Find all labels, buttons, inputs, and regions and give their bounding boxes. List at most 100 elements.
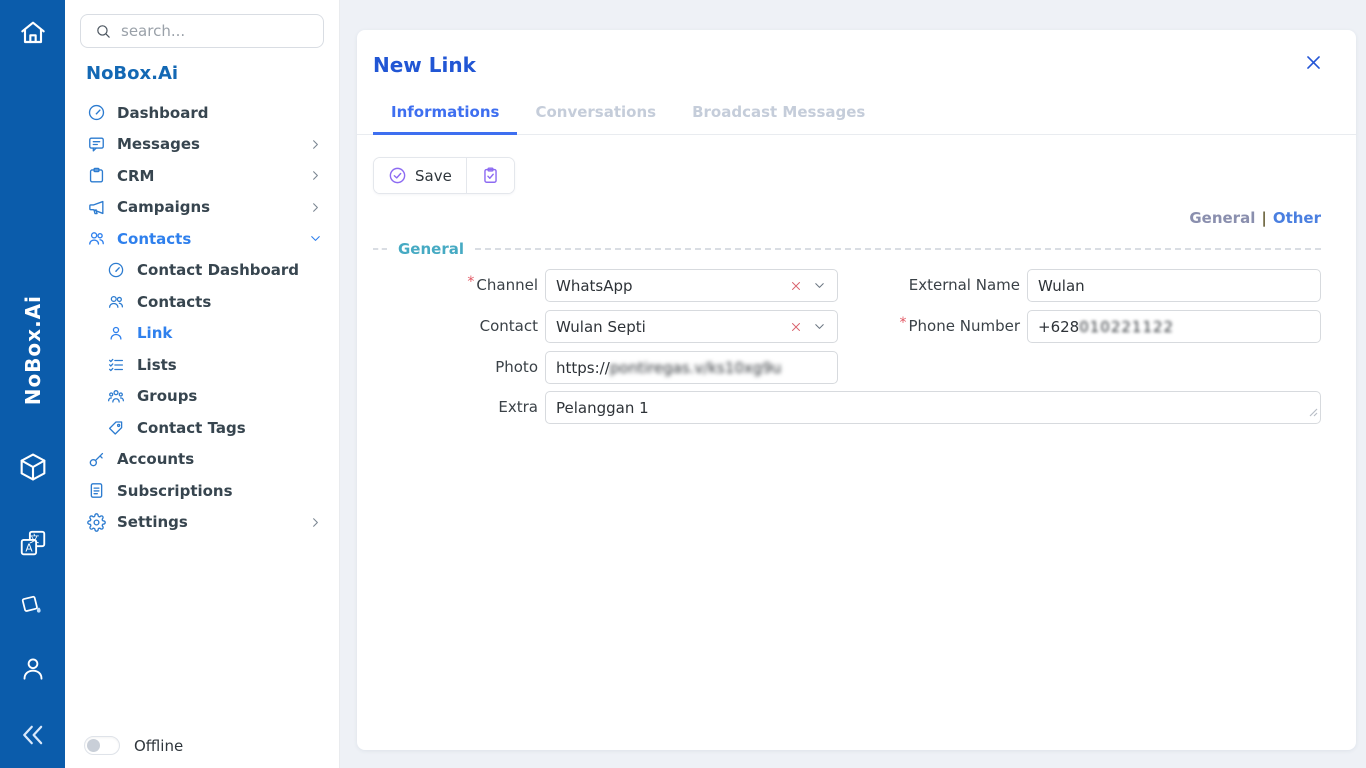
ink-drop-icon[interactable] (19, 592, 47, 620)
sidebar-item-label: Settings (117, 513, 188, 531)
save-button-group: Save (373, 157, 515, 194)
sidebar-subitem-contact-dashboard[interactable]: Contact Dashboard (65, 255, 339, 287)
sidebar-subitem-lists[interactable]: Lists (65, 349, 339, 381)
sidebar-item-campaigns[interactable]: Campaigns (65, 192, 339, 224)
rail-vertical-brand: NoBox.Ai (21, 295, 45, 405)
chevron-down-icon[interactable] (812, 319, 827, 334)
general-link[interactable]: General (1189, 209, 1255, 227)
sidebar-item-label: Subscriptions (117, 482, 233, 500)
sidebar-item-label: Accounts (117, 450, 194, 468)
contact-value: Wulan Septi (556, 318, 789, 336)
clipboard-icon (86, 166, 106, 186)
sidebar-item-label: Contacts (117, 230, 191, 248)
collapse-double-chevron-icon[interactable] (18, 720, 48, 750)
chat-icon (86, 134, 106, 154)
sidebar-item-contacts[interactable]: Contacts (65, 223, 339, 255)
save-button-label: Save (415, 167, 452, 185)
sidebar-subitem-link[interactable]: Link (65, 318, 339, 350)
new-link-panel: New Link Informations Conversations Broa… (357, 30, 1356, 750)
online-status-toggle[interactable] (84, 736, 120, 755)
gear-icon (86, 512, 106, 532)
gauge-icon (86, 103, 106, 123)
file-icon (86, 481, 106, 501)
resize-grip-icon[interactable] (1308, 403, 1318, 421)
sidebar: NoBox.Ai Dashboard Messages CRM Campa (65, 0, 340, 768)
status-row: Offline (84, 736, 183, 755)
key-icon (86, 449, 106, 469)
close-icon[interactable] (1304, 53, 1323, 72)
tab-broadcast-messages[interactable]: Broadcast Messages (674, 94, 883, 135)
translate-icon[interactable]: 文A (18, 528, 48, 558)
megaphone-icon (86, 197, 106, 217)
channel-select[interactable]: WhatsApp (545, 269, 838, 302)
main-area: New Link Informations Conversations Broa… (340, 0, 1366, 768)
toggle-knob (87, 739, 100, 752)
extra-value: Pelanggan 1 (556, 399, 1310, 417)
sidebar-subitem-contact-tags[interactable]: Contact Tags (65, 412, 339, 444)
home-icon[interactable] (17, 16, 49, 48)
external-name-input[interactable] (1027, 269, 1321, 302)
chevron-right-icon (305, 512, 325, 532)
sidebar-item-settings[interactable]: Settings (65, 507, 339, 539)
sidebar-item-label: Link (137, 324, 172, 342)
phone-redacted: 010221122 (1079, 318, 1174, 336)
icon-rail: NoBox.Ai 文A (0, 0, 65, 768)
external-name-input-field[interactable] (1038, 277, 1310, 295)
tab-conversations[interactable]: Conversations (517, 94, 674, 135)
contact-select[interactable]: Wulan Septi (545, 310, 838, 343)
chevron-right-icon (305, 166, 325, 186)
photo-redacted: pontiregas.v/ks10xg9u (610, 359, 782, 377)
chevron-down-icon[interactable] (812, 278, 827, 293)
svg-text:A: A (25, 541, 33, 554)
sidebar-item-subscriptions[interactable]: Subscriptions (65, 475, 339, 507)
sidebar-subitem-contacts[interactable]: Contacts (65, 286, 339, 318)
extra-textarea[interactable]: Pelanggan 1 (545, 391, 1321, 424)
sidebar-item-label: CRM (117, 167, 155, 185)
phone-number-input[interactable]: +628010221122 (1027, 310, 1321, 343)
sidebar-item-messages[interactable]: Messages (65, 129, 339, 161)
cube-icon[interactable] (16, 450, 50, 484)
sidebar-item-label: Messages (117, 135, 200, 153)
photo-input[interactable]: https://pontiregas.v/ks10xg9u (545, 351, 838, 384)
panel-header: New Link (357, 30, 1356, 77)
tab-bar: Informations Conversations Broadcast Mes… (357, 94, 1356, 135)
phone-prefix: +628 (1038, 318, 1079, 336)
status-toggle-label: Offline (134, 737, 183, 755)
chevron-right-icon (305, 197, 325, 217)
checklist-icon (106, 355, 126, 375)
sidebar-item-accounts[interactable]: Accounts (65, 444, 339, 476)
external-name-label: External Name (845, 269, 1020, 303)
page-title: New Link (373, 53, 476, 77)
sidebar-brand: NoBox.Ai (86, 63, 339, 84)
section-links: General|Other (357, 209, 1321, 227)
clear-icon[interactable] (789, 320, 803, 334)
profile-icon[interactable] (18, 653, 48, 683)
photo-label: Photo (373, 351, 538, 384)
clear-icon[interactable] (789, 279, 803, 293)
sidebar-item-label: Dashboard (117, 104, 208, 122)
sidebar-subitem-groups[interactable]: Groups (65, 381, 339, 413)
clipboard-check-icon (481, 166, 500, 185)
sidebar-item-label: Contact Tags (137, 419, 246, 437)
channel-label: *Channel (373, 269, 538, 303)
app-root: NoBox.Ai 文A NoBox.Ai Dashboard (0, 0, 1366, 768)
required-mark: * (900, 315, 907, 331)
general-section-divider: General (373, 240, 1321, 258)
save-button[interactable]: Save (374, 158, 466, 193)
chevron-right-icon (305, 134, 325, 154)
sidebar-item-dashboard[interactable]: Dashboard (65, 97, 339, 129)
gauge-icon (106, 260, 126, 280)
section-legend: General (398, 240, 464, 258)
search-input[interactable] (121, 22, 315, 40)
sidebar-item-crm[interactable]: CRM (65, 160, 339, 192)
sidebar-item-label: Contact Dashboard (137, 261, 299, 279)
sidebar-item-label: Campaigns (117, 198, 210, 216)
tab-informations[interactable]: Informations (373, 94, 517, 135)
tag-icon (106, 418, 126, 438)
search-icon (93, 21, 113, 41)
clipboard-check-button[interactable] (466, 158, 514, 193)
other-link[interactable]: Other (1273, 209, 1321, 227)
required-mark: * (467, 274, 474, 290)
chevron-down-icon (305, 229, 325, 249)
user-group-icon (106, 386, 126, 406)
